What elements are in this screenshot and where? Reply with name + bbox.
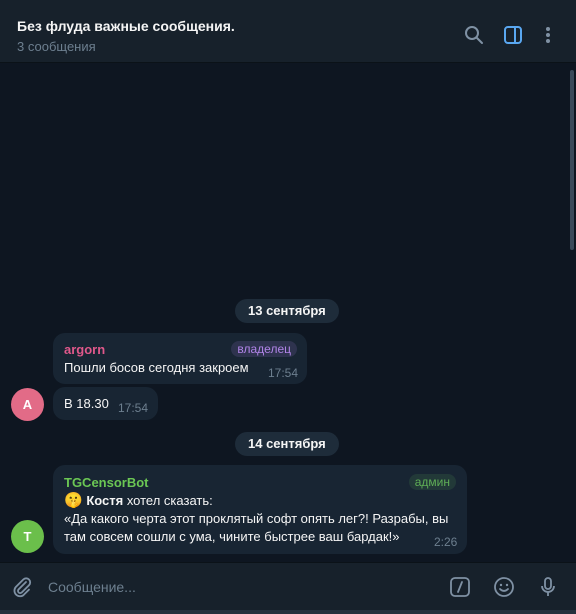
sender-name[interactable]: argorn bbox=[64, 342, 105, 357]
sidebar-toggle-icon[interactable] bbox=[502, 24, 524, 46]
chat-header: Без флуда важные сообщения. 3 сообщения bbox=[0, 0, 576, 63]
scrollbar[interactable] bbox=[570, 70, 574, 250]
attach-icon[interactable] bbox=[10, 575, 34, 599]
sender-name[interactable]: TGCensorBot bbox=[64, 475, 149, 490]
date-separator: 13 сентября bbox=[235, 299, 339, 323]
message-time: 17:54 bbox=[268, 366, 299, 380]
role-badge: владелец bbox=[231, 341, 297, 357]
avatar[interactable]: A bbox=[11, 388, 44, 421]
emoji-icon[interactable] bbox=[492, 575, 516, 599]
message-text: Пошли босов сегодня закроем bbox=[64, 360, 249, 375]
shushing-emoji: 🤫 bbox=[64, 492, 83, 509]
more-vertical-icon[interactable] bbox=[537, 24, 559, 46]
microphone-icon[interactable] bbox=[536, 575, 560, 599]
role-badge: админ bbox=[408, 474, 456, 490]
message-input[interactable] bbox=[48, 577, 428, 597]
message-bubble[interactable]: argorn владелец Пошли босов сегодня закр… bbox=[53, 333, 307, 384]
message-text-line: там совсем сошли с ума, чините быстрее в… bbox=[64, 529, 400, 544]
message-composer bbox=[0, 562, 576, 610]
chat-title[interactable]: Без флуда важные сообщения. bbox=[17, 18, 235, 34]
message-text: В 18.30 bbox=[64, 396, 109, 411]
message-intro: 🤫 Костя хотел сказать: bbox=[64, 492, 213, 510]
intro-text: хотел сказать: bbox=[126, 493, 213, 508]
avatar[interactable]: T bbox=[11, 520, 44, 553]
message-bubble[interactable]: В 18.30 17:54 bbox=[53, 387, 158, 420]
message-bubble[interactable]: TGCensorBot админ 🤫 Костя хотел сказать:… bbox=[53, 465, 467, 554]
message-count: 3 сообщения bbox=[17, 39, 96, 54]
message-text-line: «Да какого черта этот проклятый софт опя… bbox=[64, 511, 449, 526]
window-bottom-edge bbox=[0, 610, 576, 614]
quoted-user-name: Костя bbox=[86, 493, 124, 508]
search-icon[interactable] bbox=[463, 24, 485, 46]
message-time: 17:54 bbox=[118, 401, 149, 415]
date-separator: 14 сентября bbox=[235, 432, 339, 456]
commands-icon[interactable] bbox=[448, 575, 472, 599]
message-time: 2:26 bbox=[434, 535, 458, 549]
